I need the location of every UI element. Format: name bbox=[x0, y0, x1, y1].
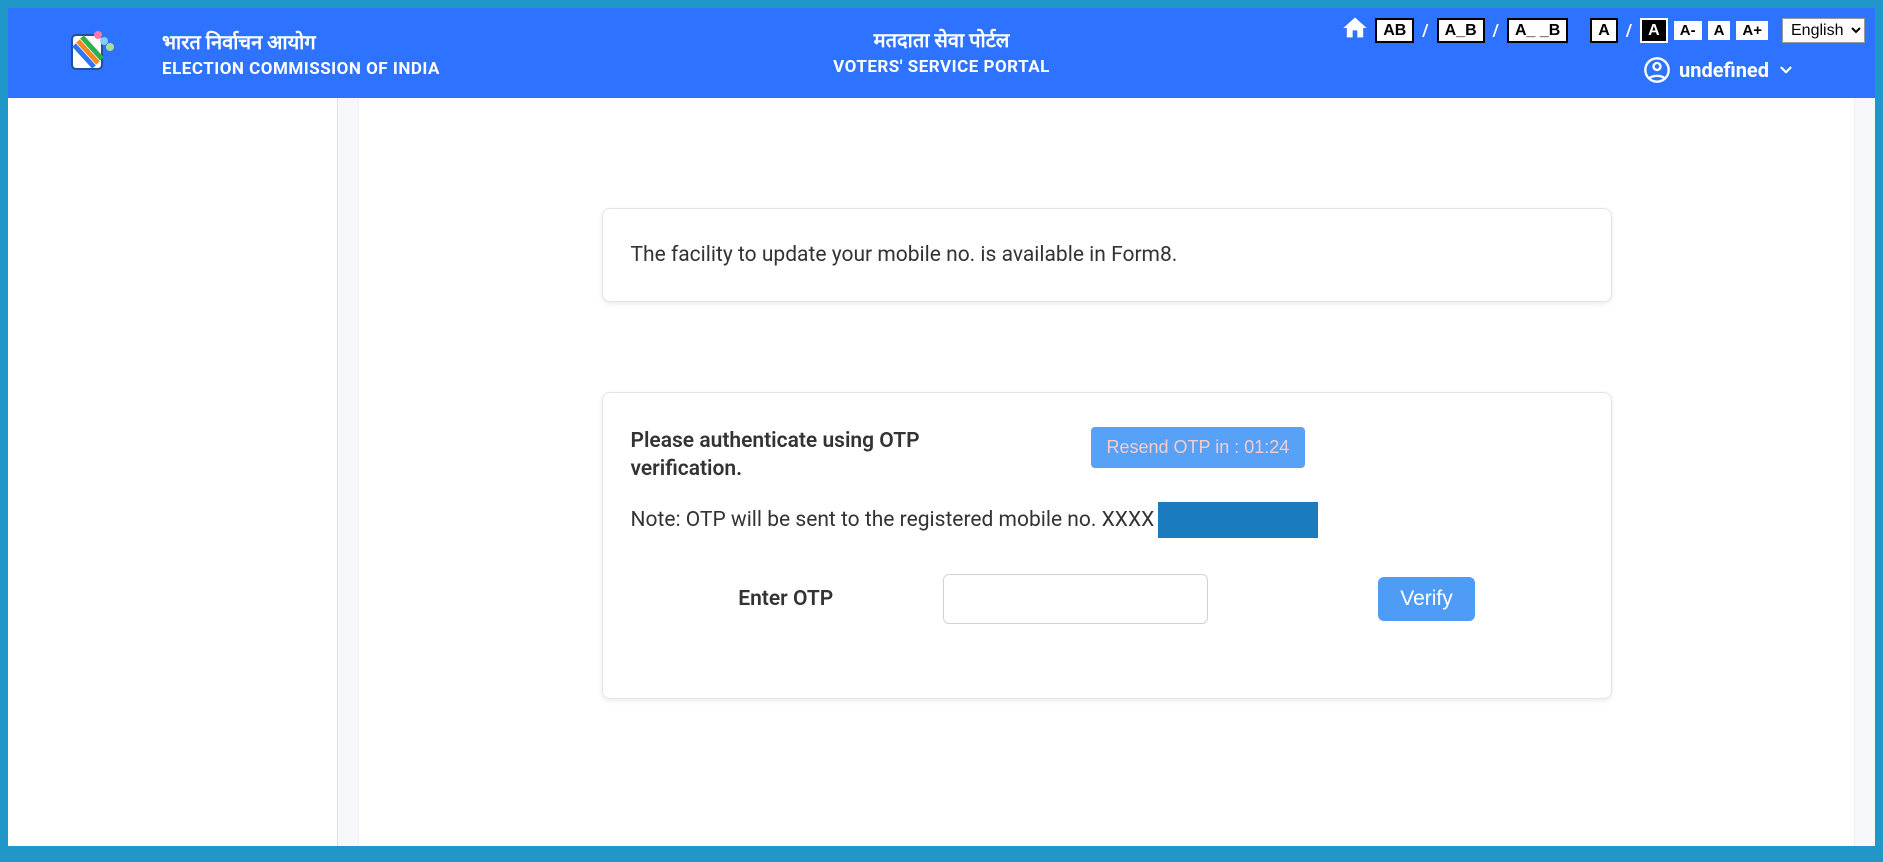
user-menu[interactable]: undefined bbox=[1643, 56, 1795, 84]
otp-note-line: Note: OTP will be sent to the registered… bbox=[631, 502, 1583, 538]
verify-button[interactable]: Verify bbox=[1378, 577, 1475, 621]
info-card-form8: The facility to update your mobile no. i… bbox=[602, 208, 1612, 302]
brand-center-hindi: मतदाता सेवा पोर्टल bbox=[833, 26, 1050, 53]
separator: / bbox=[1626, 21, 1632, 41]
brand-center-english: VOTERS' SERVICE PORTAL bbox=[833, 57, 1050, 77]
main-content: The facility to update your mobile no. i… bbox=[338, 98, 1875, 846]
font-normal-button[interactable]: A bbox=[1708, 21, 1731, 40]
eci-logo bbox=[58, 21, 122, 85]
font-decrease-button[interactable]: A- bbox=[1674, 21, 1702, 40]
otp-input[interactable] bbox=[943, 574, 1208, 624]
account-icon bbox=[1643, 56, 1671, 84]
home-icon[interactable] bbox=[1341, 14, 1369, 47]
user-name-label: undefined bbox=[1679, 58, 1769, 82]
brand-left-hindi: भारत निर्वाचन आयोग bbox=[162, 28, 440, 55]
letter-spacing-3-button[interactable]: A_ _B bbox=[1507, 18, 1568, 43]
otp-instruction: Please authenticate using OTP verificati… bbox=[631, 427, 971, 484]
font-increase-button[interactable]: A+ bbox=[1736, 21, 1768, 40]
letter-spacing-1-button[interactable]: AB bbox=[1375, 18, 1414, 43]
masked-mobile-block bbox=[1158, 502, 1318, 538]
enter-otp-label: Enter OTP bbox=[738, 587, 833, 611]
header-bar: भारत निर्वाचन आयोग ELECTION COMMISSION O… bbox=[8, 8, 1875, 98]
resend-timer: 01:24 bbox=[1244, 437, 1289, 457]
resend-otp-button[interactable]: Resend OTP in : 01:24 bbox=[1091, 427, 1306, 468]
resend-prefix: Resend OTP in : bbox=[1107, 437, 1245, 457]
sidebar bbox=[8, 98, 338, 846]
info-card-text: The facility to update your mobile no. i… bbox=[631, 243, 1583, 267]
brand-left-english: ELECTION COMMISSION OF INDIA bbox=[162, 59, 440, 79]
accessibility-toolbar: AB / A_B / A_ _B A / A A- A A+ English bbox=[1341, 14, 1865, 47]
brand-left: भारत निर्वाचन आयोग ELECTION COMMISSION O… bbox=[8, 8, 440, 98]
brand-text-left: भारत निर्वाचन आयोग ELECTION COMMISSION O… bbox=[162, 28, 440, 79]
otp-note-text: Note: OTP will be sent to the registered… bbox=[631, 508, 1155, 532]
contrast-inverse-button[interactable]: A bbox=[1640, 18, 1668, 43]
separator: / bbox=[1422, 21, 1428, 41]
otp-card: Please authenticate using OTP verificati… bbox=[602, 392, 1612, 699]
separator: / bbox=[1493, 21, 1499, 41]
brand-center: मतदाता सेवा पोर्टल VOTERS' SERVICE PORTA… bbox=[833, 26, 1050, 77]
language-select[interactable]: English bbox=[1782, 18, 1865, 43]
chevron-down-icon bbox=[1777, 61, 1795, 79]
contrast-normal-button[interactable]: A bbox=[1590, 18, 1618, 43]
letter-spacing-2-button[interactable]: A_B bbox=[1437, 18, 1485, 43]
